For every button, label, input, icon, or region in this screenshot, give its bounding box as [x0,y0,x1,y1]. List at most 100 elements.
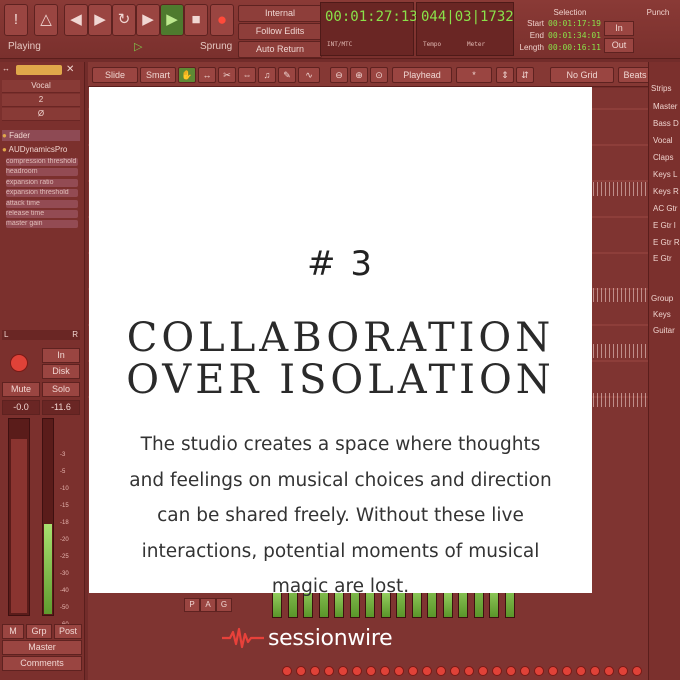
punch-in-button[interactable]: In [604,21,634,36]
group-button[interactable]: Grp [26,624,52,639]
strip-list-item[interactable]: Claps [653,153,673,162]
go-end-icon[interactable]: ▶ [88,4,112,36]
comments-button[interactable]: Comments [2,656,82,671]
record-arm-icon[interactable] [618,666,628,676]
param-slider[interactable]: expansion ratio [6,179,78,187]
primary-clock[interactable]: 00:01:27:13 INT/MTC [320,2,418,56]
selection-start[interactable]: 00:01:17:19 [548,19,601,28]
edit-mode-select[interactable]: Slide [92,67,138,83]
secondary-clock[interactable]: 044|03|1732 Tempo Meter [416,2,514,56]
peak-display[interactable]: -11.6 [42,400,80,415]
exclamation-icon[interactable]: ! [4,4,28,36]
selection-length[interactable]: 00:00:16:11 [548,43,601,52]
audio-region[interactable] [593,182,648,196]
record-arm-icon[interactable] [478,666,488,676]
grid-mode-select[interactable]: No Grid [550,67,614,83]
strip-list-item[interactable]: Vocal [653,136,673,145]
stop-icon[interactable]: ■ [184,4,208,36]
grid-unit-select[interactable]: Beats [618,67,652,83]
record-arm-icon[interactable] [282,666,292,676]
record-arm-icon[interactable] [352,666,362,676]
zoom-in-icon[interactable]: ⊕ [350,67,368,83]
expand-icon[interactable]: ↔ [2,64,14,76]
record-arm-icon[interactable] [366,666,376,676]
range-tool-icon[interactable]: ↔ [198,67,216,83]
record-arm-icon[interactable] [296,666,306,676]
output-button[interactable]: Master [2,640,82,655]
grab-tool-icon[interactable]: ✋ [178,67,196,83]
record-arm-icon[interactable] [10,354,28,372]
draw-tool-icon[interactable]: ✎ [278,67,296,83]
audio-region[interactable] [593,288,648,302]
param-slider[interactable]: headroom [6,168,78,176]
audio-region[interactable] [593,344,648,358]
record-arm-icon[interactable] [534,666,544,676]
gain-entry[interactable]: -0.0 [2,400,40,415]
record-arm-icon[interactable] [506,666,516,676]
param-slider[interactable]: expansion threshold [6,189,78,197]
monitor-disk-button[interactable]: Disk [42,364,80,379]
dynamics-plugin[interactable]: ● AUDynamicsPro [2,144,80,155]
param-slider[interactable]: master gain [6,220,78,228]
record-arm-icon[interactable] [632,666,642,676]
record-arm-icon[interactable] [562,666,572,676]
edit-point-select[interactable]: Playhead [392,67,452,83]
group-list-item[interactable]: Guitar [653,326,675,335]
smart-mode-button[interactable]: Smart [140,67,176,83]
content-tool-icon[interactable]: ∿ [298,67,320,83]
strip-list-item[interactable]: Keys L [653,170,677,179]
close-icon[interactable]: ✕ [66,64,74,75]
record-arm-icon[interactable] [380,666,390,676]
record-arm-icon[interactable] [590,666,600,676]
punch-out-button[interactable]: Out [604,38,634,53]
param-slider[interactable]: attack time [6,200,78,208]
go-start-icon[interactable]: ◀ [64,4,88,36]
strip-list-item[interactable]: Bass D [653,119,679,128]
meter-point-button[interactable]: M [2,624,24,639]
follow-edits-button[interactable]: Follow Edits [238,23,322,40]
internal-sync-button[interactable]: Internal [238,5,322,22]
param-slider[interactable]: release time [6,210,78,218]
next-marker-icon[interactable]: ▶ [136,4,160,36]
record-arm-icon[interactable] [324,666,334,676]
strip-list-item[interactable]: Keys R [653,187,679,196]
record-arm-icon[interactable] [408,666,418,676]
selection-end[interactable]: 00:01:34:01 [548,31,601,40]
record-arm-icon[interactable] [548,666,558,676]
fader-plugin[interactable]: ● Fader [2,130,80,141]
strip-list-item[interactable]: E Gtr l [653,221,676,230]
post-fader-button[interactable]: Post [54,624,82,639]
zoom-focus-select[interactable]: * [456,67,492,83]
record-arm-icon[interactable] [604,666,614,676]
phase-invert-button[interactable]: Ø [2,108,80,121]
track-color-swatch[interactable] [16,65,62,75]
audio-region[interactable] [593,393,648,407]
record-arm-icon[interactable] [520,666,530,676]
record-arm-icon[interactable] [338,666,348,676]
mute-button[interactable]: Mute [2,382,40,397]
track-name[interactable]: Vocal [2,80,80,93]
record-arm-icon[interactable] [436,666,446,676]
strip-list-item[interactable]: AC Gtr [653,204,677,213]
param-slider[interactable]: compression threshold [6,158,78,166]
record-arm-icon[interactable] [422,666,432,676]
audition-tool-icon[interactable]: ♫ [258,67,276,83]
record-arm-icon[interactable] [394,666,404,676]
metronome-icon[interactable]: △ [34,4,58,36]
cut-tool-icon[interactable]: ✂ [218,67,236,83]
record-arm-icon[interactable] [576,666,586,676]
record-icon[interactable]: ● [210,4,234,36]
expand-tracks-icon[interactable]: ⇵ [516,67,534,83]
record-arm-icon[interactable] [492,666,502,676]
zoom-out-icon[interactable]: ⊖ [330,67,348,83]
fader[interactable] [8,418,30,616]
auto-return-button[interactable]: Auto Return [238,41,322,58]
solo-button[interactable]: Solo [42,382,80,397]
strip-list-item[interactable]: E Gtr [653,254,672,263]
record-arm-icon[interactable] [464,666,474,676]
record-arm-icon[interactable] [450,666,460,676]
channel-number[interactable]: 2 [2,94,80,107]
shrink-tracks-icon[interactable]: ⇕ [496,67,514,83]
strip-list-item[interactable]: Master [653,102,677,111]
group-list-item[interactable]: Keys [653,310,671,319]
